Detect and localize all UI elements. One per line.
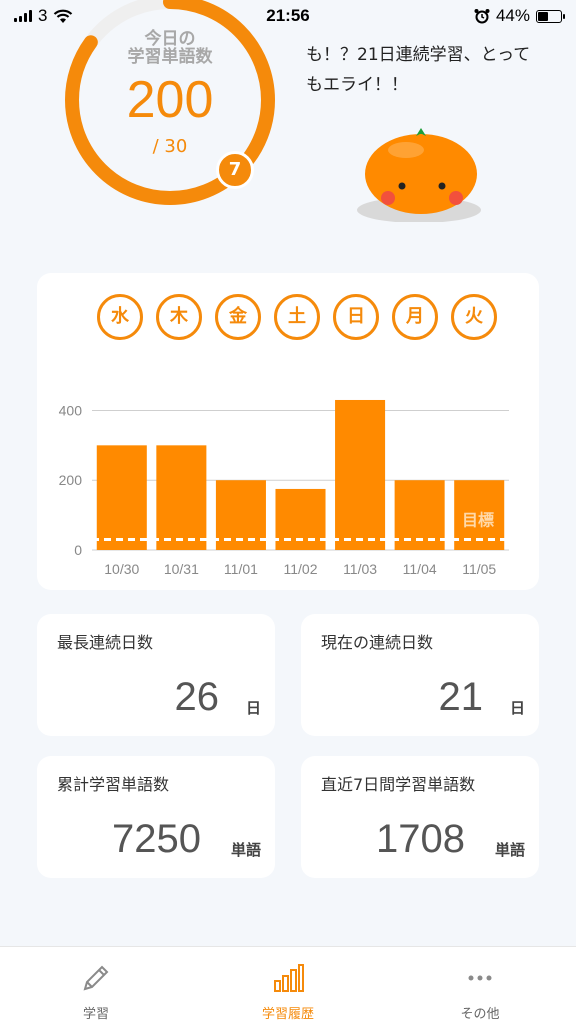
weekday-row: 水木金土日月火	[97, 294, 497, 340]
bar	[96, 445, 147, 550]
today-title: 今日の 学習単語数	[70, 30, 270, 66]
alarm-icon	[474, 9, 490, 24]
today-word-count: 200	[126, 71, 214, 129]
recent-words-label: 直近7日間学習単語数	[321, 775, 476, 794]
bar	[156, 445, 207, 550]
bar-chart-icon	[274, 964, 304, 992]
x-tick-label: 11/05	[462, 561, 496, 577]
today-title-line1: 今日の	[144, 29, 196, 49]
total-words-label: 累計学習単語数	[57, 775, 170, 794]
x-tick-label: 10/30	[104, 561, 139, 577]
tab-history[interactable]: 学習履歴	[192, 947, 384, 1024]
more-icon	[468, 975, 492, 981]
x-tick-label: 11/04	[403, 561, 437, 577]
current-streak-value: 21	[438, 675, 484, 719]
total-words-unit: 単語	[230, 841, 261, 859]
weekday-circle: 木	[156, 294, 202, 340]
tab-study[interactable]: 学習	[0, 947, 192, 1024]
weekday-circle: 日	[333, 294, 379, 340]
recent-words-value: 1708	[376, 817, 465, 861]
battery-percent: 44%	[495, 6, 530, 25]
weekly-chart-card: 水木金土日月火 0 200 400 10/30 10/31 11/01 11/02 11/03…	[37, 273, 539, 590]
y-tick-label: 200	[59, 472, 83, 488]
current-streak-unit: 日	[509, 699, 525, 717]
bar	[335, 399, 386, 550]
tab-study-label: 学習	[82, 1007, 109, 1022]
longest-streak-label: 最長連続日数	[57, 633, 154, 652]
streak-badge: 7	[216, 151, 254, 189]
total-words-card: 累計学習単語数 7250 単語	[37, 756, 275, 878]
y-tick-label: 400	[59, 402, 83, 418]
battery-icon	[536, 9, 565, 23]
x-tick-label: 10/31	[164, 561, 199, 577]
current-streak-card: 現在の連続日数 21 日	[301, 614, 539, 736]
tab-other-label: その他	[460, 1007, 500, 1022]
recent-words-unit: 単語	[494, 841, 525, 859]
status-right: 44%	[474, 6, 565, 26]
weekday-circle: 月	[392, 294, 438, 340]
weekday-circle: 火	[451, 294, 497, 340]
longest-streak-unit: 日	[245, 699, 261, 717]
x-tick-label: 11/03	[343, 561, 377, 577]
longest-streak-card: 最長連続日数 26 日	[37, 614, 275, 736]
weekday-circle: 水	[97, 294, 143, 340]
current-streak-label: 現在の連続日数	[321, 633, 434, 652]
mascot-message: も！？21日連続学習、とってもエライ！！	[306, 45, 531, 95]
weekday-circle: 金	[215, 294, 261, 340]
goal-label: 目標	[462, 511, 494, 530]
orange-mascot-icon	[357, 128, 481, 222]
tab-history-label: 学習履歴	[261, 1007, 314, 1022]
tab-bar: 学習 学習履歴 その他	[0, 946, 576, 1024]
total-words-value: 7250	[112, 817, 201, 861]
tab-other[interactable]: その他	[384, 947, 576, 1024]
weekday-circle: 土	[274, 294, 320, 340]
weekly-bar-chart: 0 200 400 10/30 10/31 11/01 11/02 11/03 11/04 11/…	[59, 399, 509, 577]
x-tick-label: 11/01	[224, 561, 258, 577]
x-tick-label: 11/02	[284, 561, 318, 577]
y-tick-label: 0	[74, 542, 82, 558]
today-title-line2: 学習単語数	[127, 47, 213, 67]
recent-words-card: 直近7日間学習単語数 1708 単語	[301, 756, 539, 878]
pencil-icon	[83, 965, 109, 991]
longest-streak-value: 26	[174, 675, 220, 719]
